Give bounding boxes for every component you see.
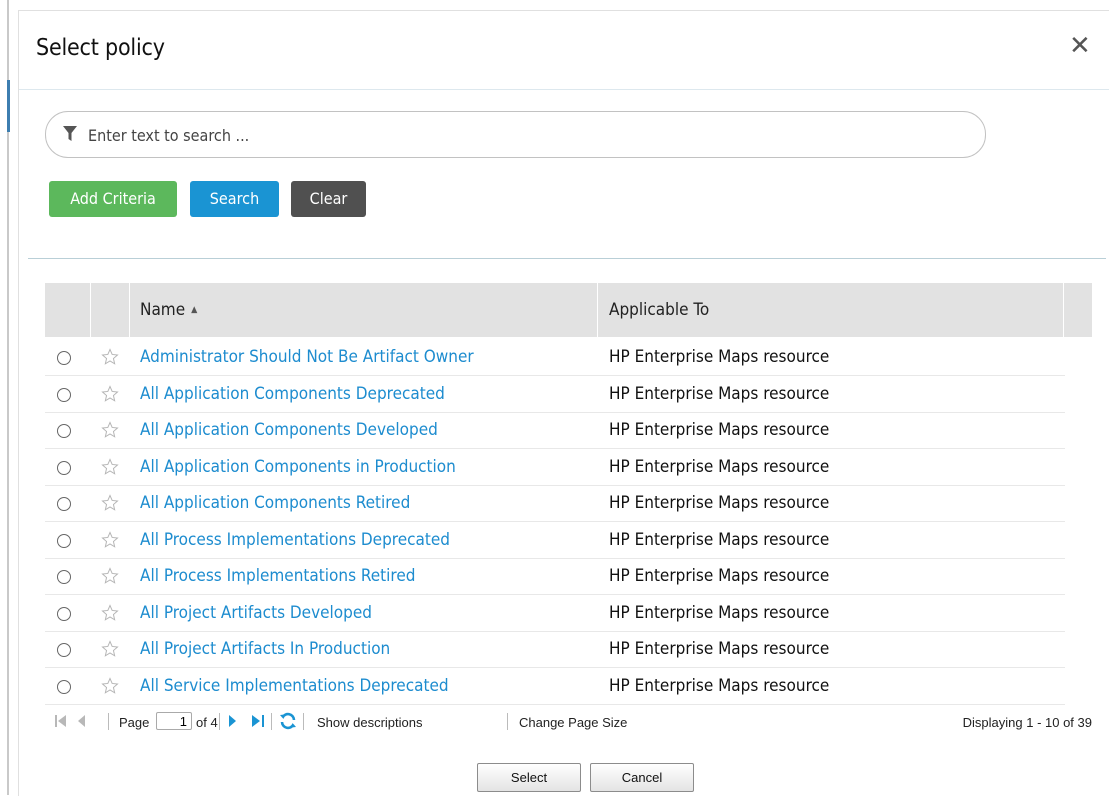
applicable-to-cell: HP Enterprise Maps resource (609, 603, 830, 623)
applicable-to-cell: HP Enterprise Maps resource (609, 676, 830, 696)
table-row[interactable]: All Application Components Developed HP … (45, 412, 1065, 449)
policy-name-link[interactable]: All Application Components in Production (140, 457, 456, 477)
table-row[interactable]: All Project Artifacts In Production HP E… (45, 631, 1065, 668)
star-icon[interactable] (101, 421, 119, 439)
column-header-name[interactable]: Name ▲ (130, 283, 598, 337)
next-page-icon[interactable] (227, 714, 237, 728)
sort-ascending-icon: ▲ (191, 305, 198, 315)
header-scroll-gap (1064, 283, 1092, 337)
policy-name-link[interactable]: All Application Components Developed (140, 420, 438, 440)
policy-name-link[interactable]: All Project Artifacts Developed (140, 603, 372, 623)
star-icon[interactable] (101, 604, 119, 622)
star-icon[interactable] (101, 567, 119, 585)
pager-separator (507, 713, 508, 730)
star-icon[interactable] (101, 458, 119, 476)
previous-page-icon[interactable] (77, 714, 87, 728)
change-page-size-link[interactable]: Change Page Size (519, 715, 627, 730)
applicable-to-cell: HP Enterprise Maps resource (609, 530, 830, 550)
row-radio[interactable] (57, 643, 71, 657)
filter-icon (63, 126, 77, 141)
page-edge-accent (7, 80, 10, 132)
row-radio[interactable] (57, 570, 71, 584)
search-input[interactable] (86, 122, 970, 148)
applicable-to-cell: HP Enterprise Maps resource (609, 457, 830, 477)
column-header-applicable-to[interactable]: Applicable To (598, 283, 1064, 337)
clear-button[interactable]: Clear (291, 181, 366, 217)
select-policy-dialog: Select policy ✕ Add Criteria Search Clea… (18, 10, 1109, 796)
pager-separator (271, 713, 272, 730)
policy-name-link[interactable]: All Application Components Retired (140, 493, 410, 513)
cancel-button[interactable]: Cancel (590, 763, 694, 792)
table-row[interactable]: Administrator Should Not Be Artifact Own… (45, 339, 1065, 376)
policy-name-link[interactable]: Administrator Should Not Be Artifact Own… (140, 347, 474, 367)
star-icon[interactable] (101, 348, 119, 366)
policy-name-link[interactable]: All Project Artifacts In Production (140, 639, 390, 659)
table-row[interactable]: All Application Components Retired HP En… (45, 485, 1065, 522)
applicable-to-cell: HP Enterprise Maps resource (609, 347, 830, 367)
table-row[interactable]: All Application Components Deprecated HP… (45, 376, 1065, 413)
search-button[interactable]: Search (190, 181, 279, 217)
page-label: Page (119, 715, 150, 730)
applicable-to-cell: HP Enterprise Maps resource (609, 566, 830, 586)
column-header-applicable-to-label: Applicable To (609, 300, 710, 320)
applicable-to-cell: HP Enterprise Maps resource (609, 420, 830, 440)
policy-name-link[interactable]: All Service Implementations Deprecated (140, 676, 449, 696)
dialog-title: Select policy (36, 35, 165, 61)
section-divider (28, 258, 1106, 259)
first-page-icon[interactable] (55, 714, 67, 728)
policy-name-link[interactable]: All Process Implementations Retired (140, 566, 415, 586)
last-page-icon[interactable] (251, 714, 265, 728)
row-radio[interactable] (57, 351, 71, 365)
applicable-to-cell: HP Enterprise Maps resource (609, 384, 830, 404)
dialog-header: Select policy ✕ (19, 11, 1109, 90)
table-row[interactable]: All Project Artifacts Developed HP Enter… (45, 595, 1065, 632)
column-header-name-label: Name (140, 300, 186, 320)
row-radio[interactable] (57, 461, 71, 475)
refresh-icon[interactable] (279, 712, 297, 730)
add-criteria-button[interactable]: Add Criteria (49, 181, 177, 217)
page-count-label: of 4 (196, 715, 218, 730)
pager-separator (303, 713, 304, 730)
star-icon[interactable] (101, 531, 119, 549)
select-button[interactable]: Select (477, 763, 581, 792)
header-favorite-column (91, 283, 130, 337)
row-radio[interactable] (57, 424, 71, 438)
policy-name-link[interactable]: All Application Components Deprecated (140, 384, 445, 404)
header-select-column (45, 283, 91, 337)
row-radio[interactable] (57, 680, 71, 694)
grid-header: Name ▲ Applicable To (45, 283, 1092, 337)
pager-separator (219, 713, 220, 730)
search-box[interactable] (45, 111, 986, 158)
policy-name-link[interactable]: All Process Implementations Deprecated (140, 530, 450, 550)
display-count: Displaying 1 - 10 of 39 (962, 715, 1092, 730)
row-radio[interactable] (57, 607, 71, 621)
star-icon[interactable] (101, 640, 119, 658)
applicable-to-cell: HP Enterprise Maps resource (609, 639, 830, 659)
table-row[interactable]: All Process Implementations Retired HP E… (45, 558, 1065, 595)
row-radio[interactable] (57, 388, 71, 402)
page-edge (0, 0, 10, 795)
star-icon[interactable] (101, 677, 119, 695)
pager-separator (108, 713, 109, 730)
close-icon[interactable]: ✕ (1069, 33, 1091, 59)
show-descriptions-link[interactable]: Show descriptions (317, 715, 423, 730)
star-icon[interactable] (101, 494, 119, 512)
applicable-to-cell: HP Enterprise Maps resource (609, 493, 830, 513)
page-number-input[interactable] (156, 712, 192, 730)
table-row[interactable]: All Application Components in Production… (45, 449, 1065, 486)
pagination-toolbar: Page of 4 Show descriptions Change Page … (45, 709, 1092, 735)
row-radio[interactable] (57, 534, 71, 548)
star-icon[interactable] (101, 385, 119, 403)
table-row[interactable]: All Service Implementations Deprecated H… (45, 668, 1065, 705)
row-radio[interactable] (57, 497, 71, 511)
table-row[interactable]: All Process Implementations Deprecated H… (45, 522, 1065, 559)
